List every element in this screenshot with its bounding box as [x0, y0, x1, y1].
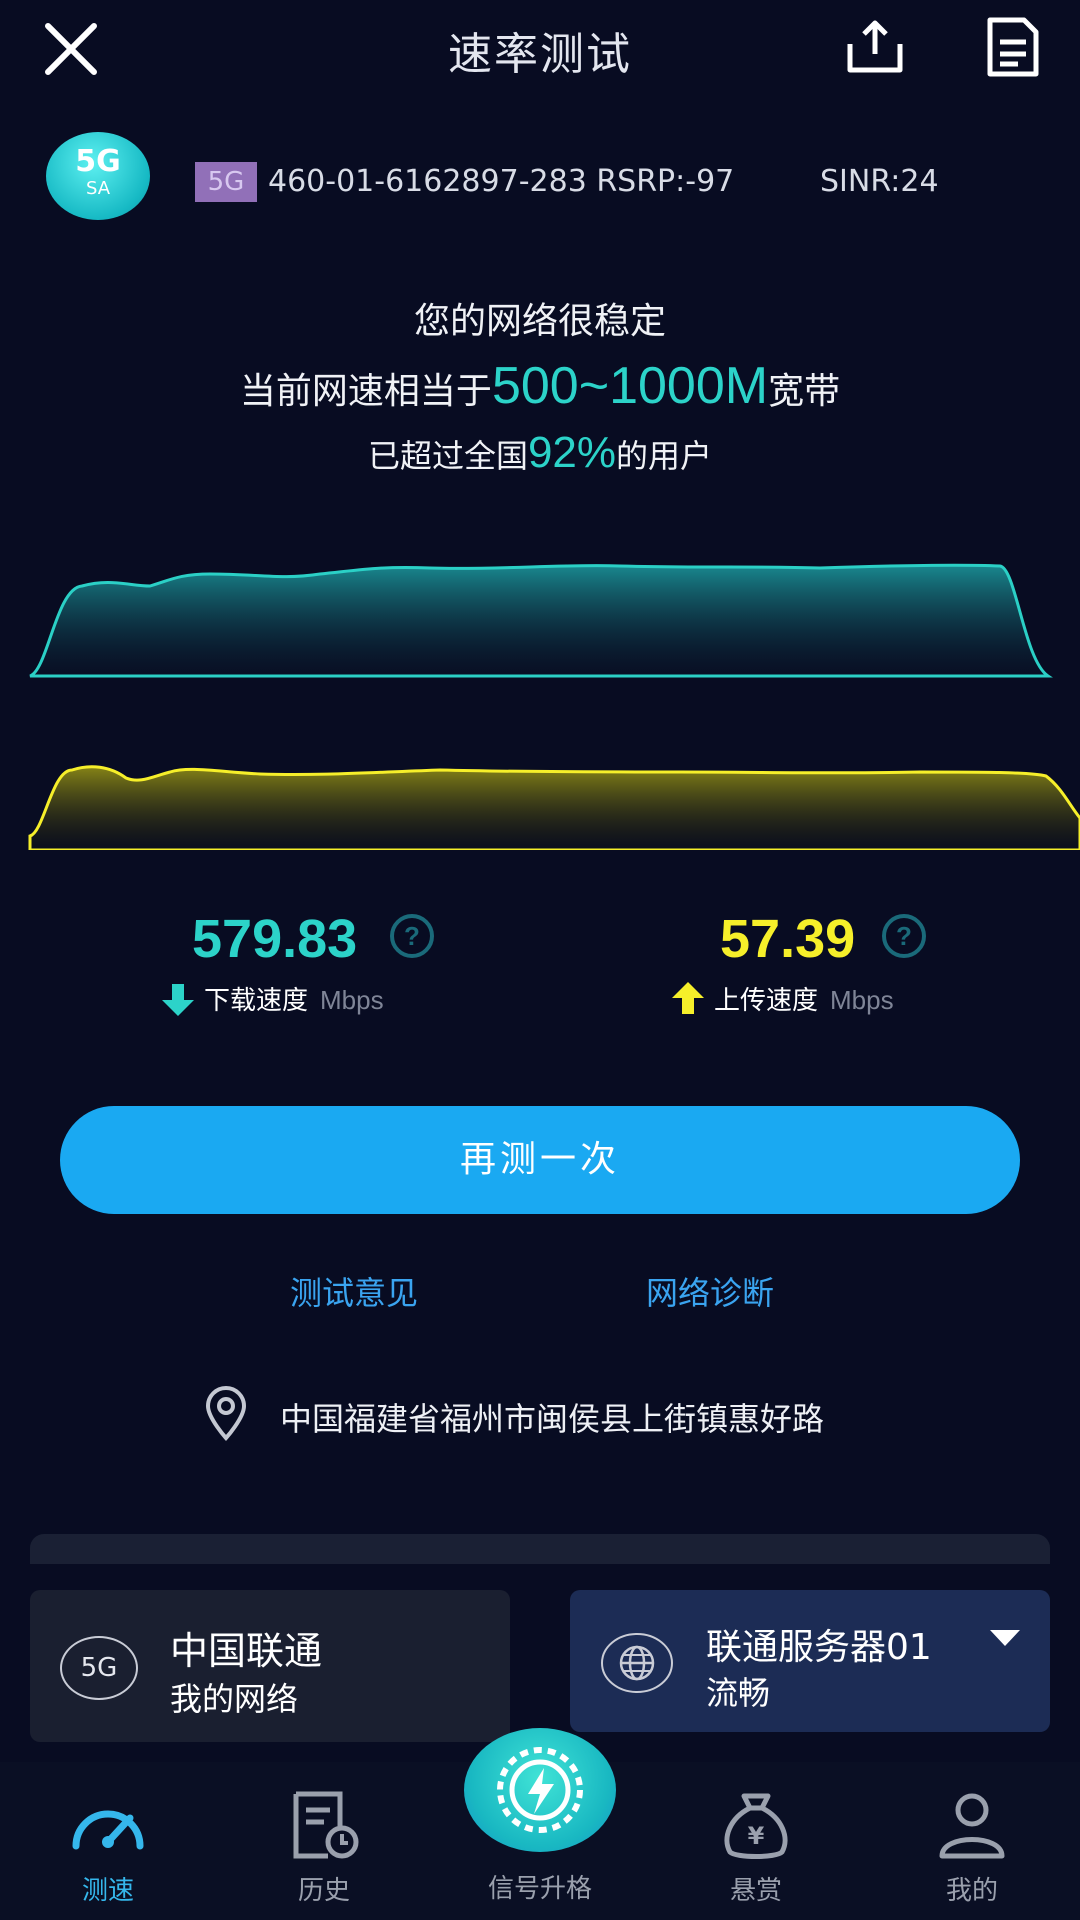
network-tag: 5G — [195, 162, 257, 202]
share-icon[interactable] — [846, 18, 904, 76]
upload-unit: Mbps — [830, 985, 894, 1015]
feedback-link[interactable]: 测试意见 — [290, 1268, 418, 1314]
download-label-text: 下载速度 — [204, 986, 309, 1016]
nav-label-history: 历史 — [297, 1876, 350, 1906]
report-icon[interactable] — [984, 16, 1042, 78]
upload-arrow-icon — [672, 982, 704, 1014]
card-edge — [30, 1534, 1050, 1564]
server-status: 流畅 — [706, 1674, 771, 1712]
exceed-prefix: 已超过全国 — [367, 437, 528, 475]
nav-label-speed-test: 测速 — [81, 1876, 134, 1906]
network-type-main: 5G — [75, 144, 121, 179]
ranking-text: 已超过全国92%的用户 — [0, 428, 1080, 478]
download-unit: Mbps — [320, 985, 384, 1015]
money-bag-icon: ¥ — [724, 1793, 788, 1859]
exceed-value: 92% — [527, 428, 617, 477]
page-title: 速率测试 — [448, 29, 632, 80]
stability-text: 您的网络很稳定 — [413, 301, 666, 342]
nav-label-signal-upgrade: 信号升格 — [487, 1874, 592, 1904]
location-text: 中国福建省福州市闽侯县上街镇惠好路 — [280, 1400, 825, 1438]
download-speed-value: 579.83 — [192, 909, 358, 969]
location-pin-icon — [205, 1386, 247, 1441]
upload-wave — [28, 765, 1080, 850]
user-icon — [939, 1793, 1005, 1859]
download-arrow-icon — [162, 984, 194, 1016]
speedometer-icon — [72, 1810, 144, 1850]
upload-label-text: 上传速度 — [714, 986, 819, 1016]
svg-text:?: ? — [896, 921, 912, 951]
chevron-down-icon[interactable] — [990, 1628, 1020, 1648]
cell-info: 460-01-6162897-283 RSRP:-97 — [268, 164, 735, 199]
nav-label-reward: 悬赏 — [729, 1876, 782, 1906]
network-diagnosis-link[interactable]: 网络诊断 — [646, 1268, 774, 1314]
nav-item-mine[interactable]: 我的 — [902, 1790, 1042, 1907]
svg-text:?: ? — [404, 921, 420, 951]
operator-name: 中国联通 — [170, 1629, 323, 1673]
network-type-sub: SA — [85, 178, 111, 199]
download-speed-label: 下载速度 Mbps — [204, 980, 384, 1021]
server-name: 联通服务器01 — [706, 1627, 932, 1668]
nav-item-speed-test[interactable]: 测速 — [38, 1790, 178, 1907]
history-icon — [293, 1791, 359, 1859]
operator-subtitle: 我的网络 — [170, 1680, 299, 1718]
upload-speed-label: 上传速度 Mbps — [714, 980, 894, 1021]
nav-label-mine: 我的 — [945, 1876, 998, 1906]
help-icon[interactable]: ? — [388, 912, 436, 960]
speed-wave-graph — [28, 563, 1080, 850]
svg-text:¥: ¥ — [748, 1822, 765, 1850]
signal-upgrade-button[interactable] — [464, 1728, 616, 1852]
equiv-value: 500~1000M — [491, 357, 769, 415]
upload-speed-value: 57.39 — [720, 909, 856, 969]
lightning-gauge-icon — [497, 1747, 583, 1833]
sinr-info: SINR:24 — [820, 164, 939, 199]
nav-item-reward[interactable]: ¥ 悬赏 — [686, 1790, 826, 1907]
exceed-suffix: 的用户 — [616, 437, 713, 475]
equiv-prefix: 当前网速相当于 — [239, 371, 492, 412]
network-type-badge: 5G SA — [46, 132, 150, 220]
retest-button[interactable]: 再测一次 — [60, 1106, 1020, 1214]
help-icon[interactable]: ? — [880, 912, 928, 960]
equiv-suffix: 宽带 — [768, 371, 841, 412]
globe-icon — [601, 1633, 673, 1693]
broadband-equivalent: 当前网速相当于500~1000M宽带 — [0, 356, 1080, 416]
nav-item-history[interactable]: 历史 — [254, 1790, 394, 1907]
operator-network-icon: 5G — [60, 1636, 138, 1700]
download-wave — [29, 563, 1053, 678]
